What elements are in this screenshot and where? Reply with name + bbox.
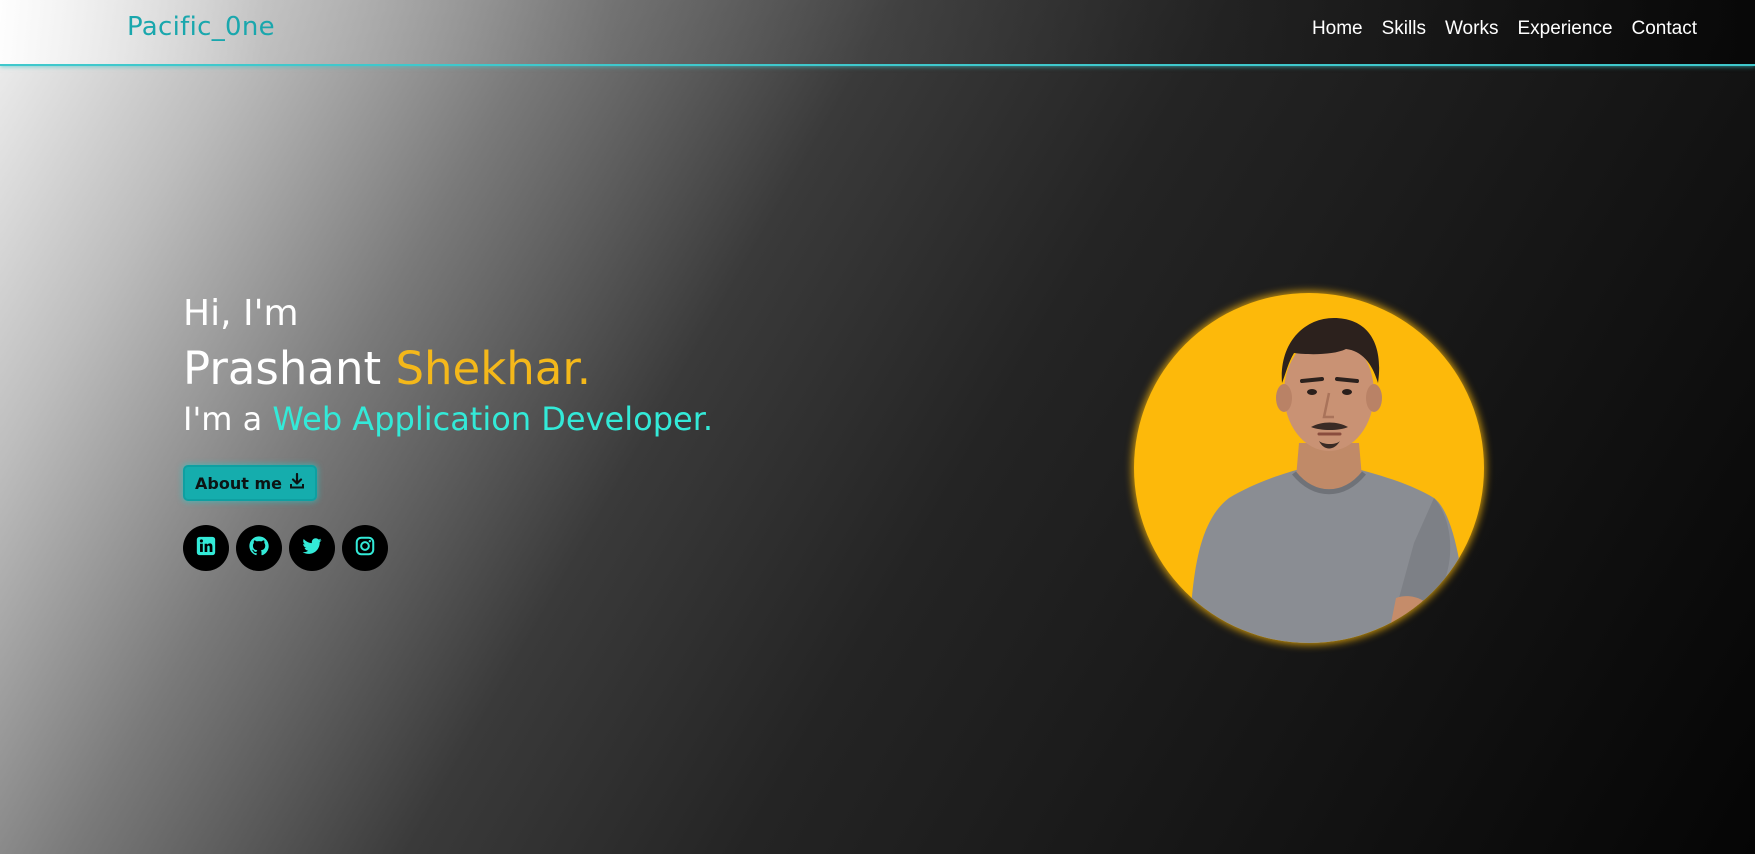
about-me-label: About me [195, 473, 282, 493]
download-icon [289, 472, 305, 493]
nav-links: Home Skills Works Experience Contact [1293, 18, 1697, 40]
nav-contact[interactable]: Contact [1632, 18, 1697, 40]
nav-experience[interactable]: Experience [1517, 18, 1612, 40]
instagram-icon [354, 535, 376, 561]
twitter-icon [301, 535, 323, 561]
profile-photo [1189, 318, 1469, 643]
hero-first-name: Prashant [183, 342, 396, 395]
social-links [183, 525, 883, 571]
brand-logo[interactable]: Pacific_0ne [127, 12, 275, 42]
linkedin-icon [195, 535, 217, 561]
linkedin-link[interactable] [183, 525, 229, 571]
hero-section: Hi, I'm Prashant Shekhar. I'm a Web Appl… [183, 292, 883, 571]
nav-skills[interactable]: Skills [1382, 18, 1426, 40]
hero-role: I'm a Web Application Developer. [183, 399, 883, 439]
instagram-link[interactable] [342, 525, 388, 571]
github-link[interactable] [236, 525, 282, 571]
hero-name: Prashant Shekhar. [183, 340, 883, 398]
navbar: Pacific_0ne Home Skills Works Experience… [0, 0, 1755, 66]
hero-role-title: Web Application Developer. [272, 400, 714, 438]
twitter-link[interactable] [289, 525, 335, 571]
about-me-button[interactable]: About me [183, 465, 317, 501]
nav-home[interactable]: Home [1312, 18, 1363, 40]
github-icon [248, 535, 270, 561]
hero-greeting: Hi, I'm [183, 293, 299, 334]
profile-avatar [1134, 293, 1484, 643]
hero-last-name: Shekhar. [395, 342, 592, 395]
nav-works[interactable]: Works [1445, 18, 1498, 40]
hero-role-prefix: I'm a [183, 400, 273, 438]
